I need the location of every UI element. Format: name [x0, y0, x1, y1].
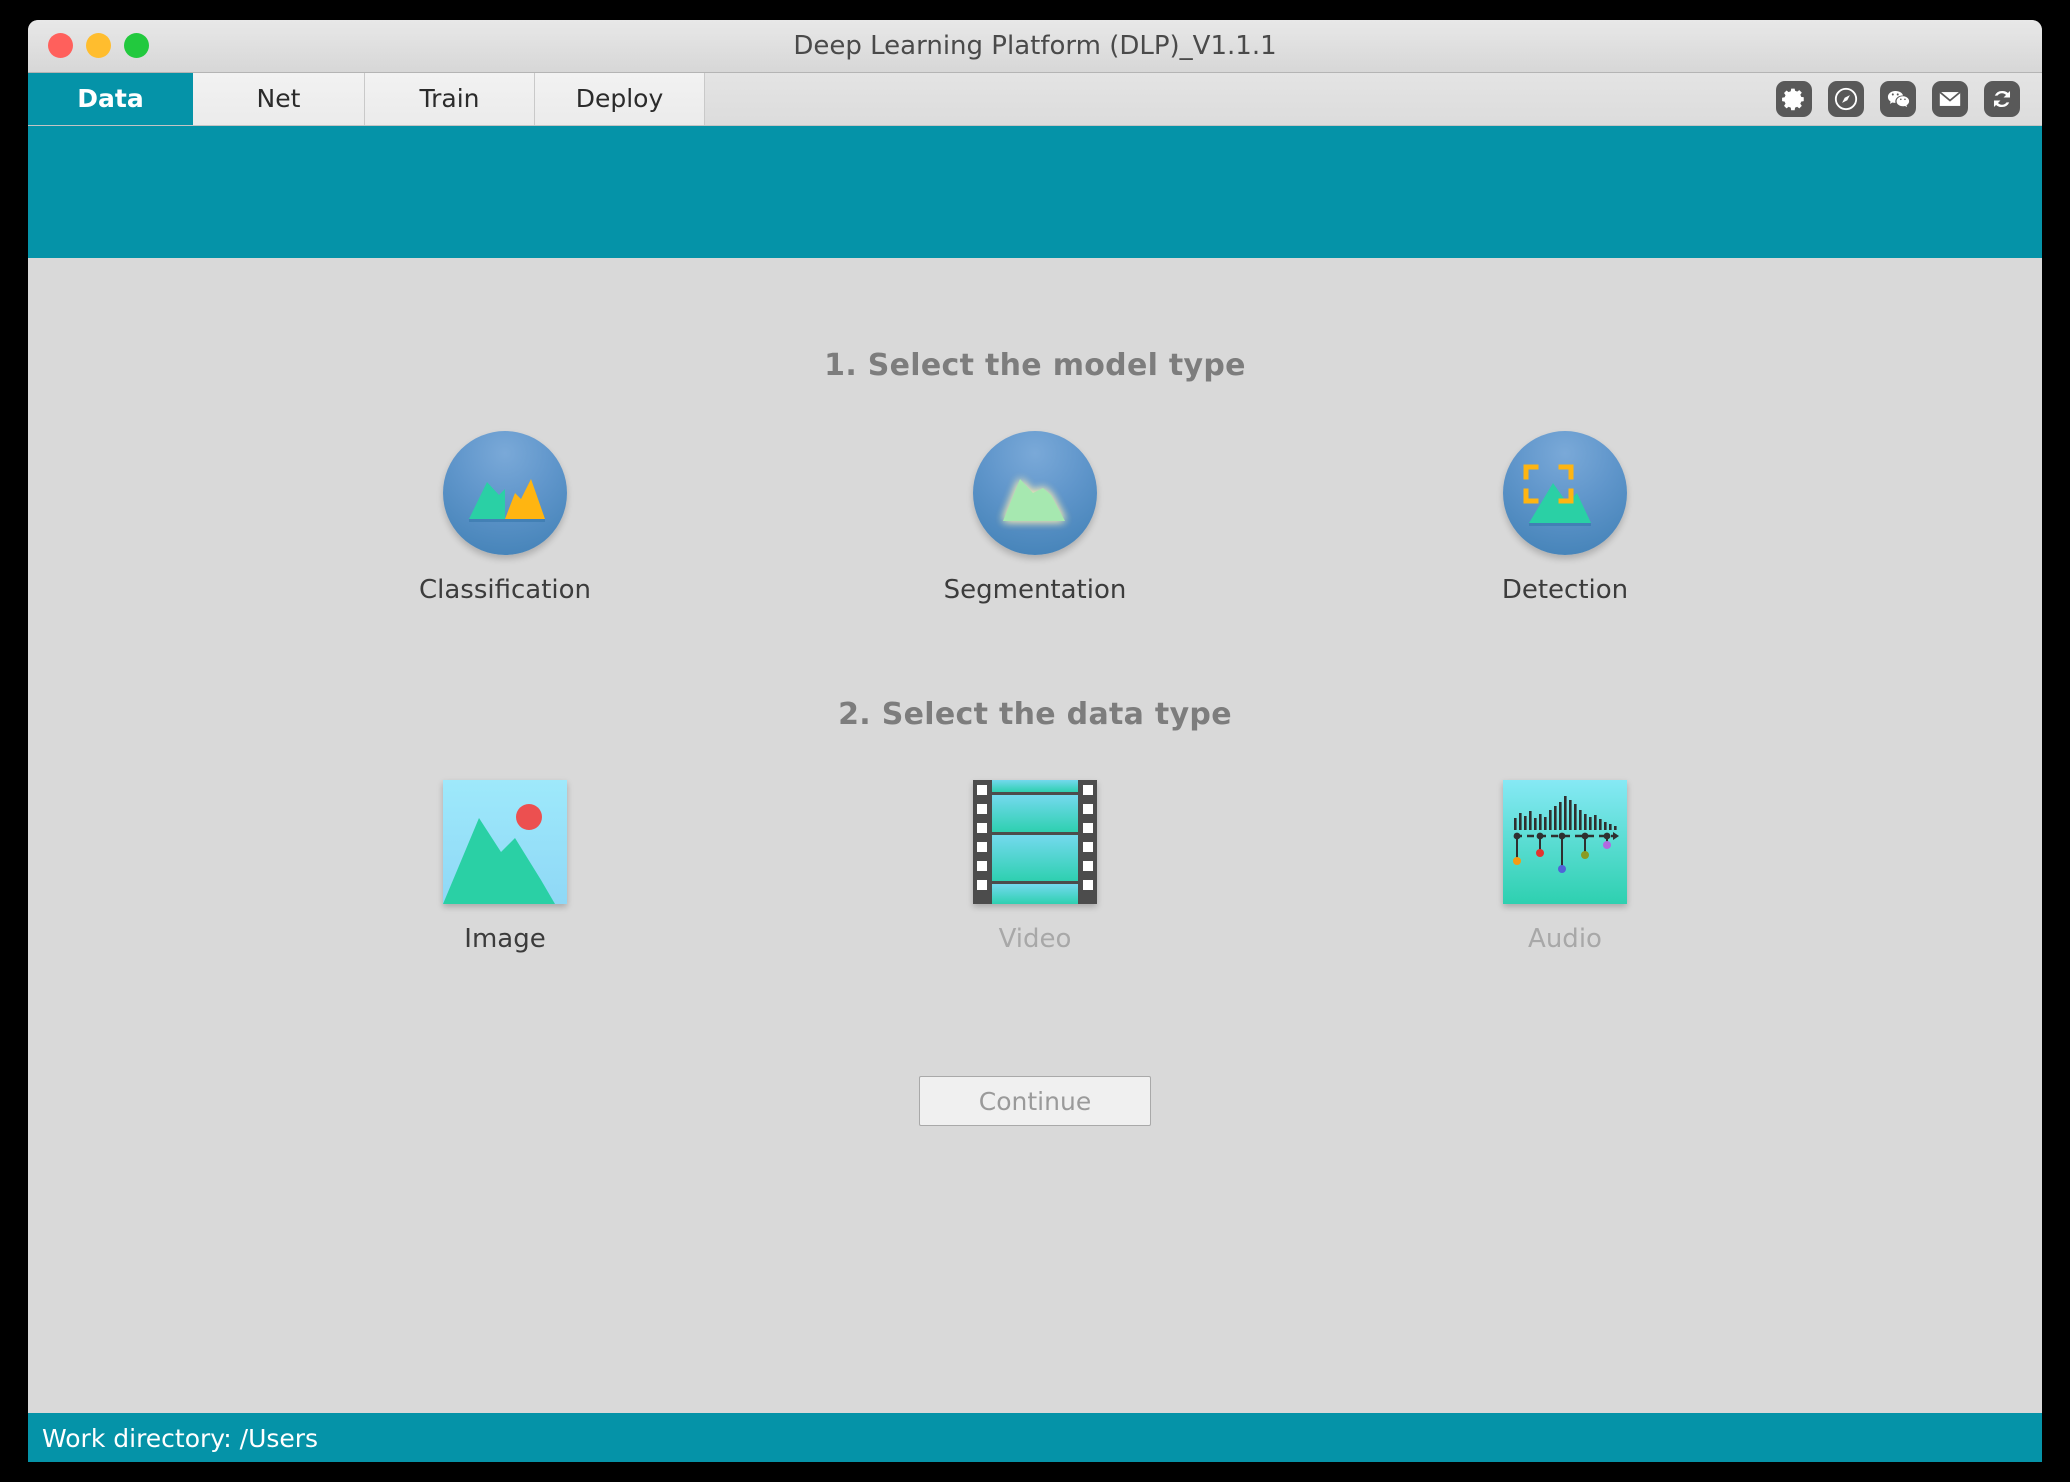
model-type-label: Detection — [1502, 575, 1628, 605]
data-type-image[interactable]: Image — [375, 780, 635, 954]
model-type-segmentation[interactable]: Segmentation — [905, 431, 1165, 605]
model-type-detection[interactable]: Detection — [1435, 431, 1695, 605]
tab-net[interactable]: Net — [193, 73, 365, 125]
continue-button-wrap: Continue — [28, 1076, 2042, 1126]
title-bar: Deep Learning Platform (DLP)_V1.1.1 — [28, 20, 2042, 73]
data-type-label: Image — [464, 924, 545, 954]
wechat-icon[interactable] — [1880, 81, 1916, 117]
accent-banner — [28, 126, 2042, 258]
step-2-title: 2. Select the data type — [28, 605, 2042, 732]
window-title: Deep Learning Platform (DLP)_V1.1.1 — [28, 20, 2042, 72]
main-content: 1. Select the model type Classification — [28, 258, 2042, 1413]
data-type-audio[interactable]: Audio — [1435, 780, 1695, 954]
status-bar: Work directory: /Users — [28, 1413, 2042, 1462]
tab-data[interactable]: Data — [28, 73, 193, 125]
tab-train[interactable]: Train — [365, 73, 535, 125]
image-icon — [443, 780, 567, 904]
envelope-icon[interactable] — [1932, 81, 1968, 117]
model-type-label: Segmentation — [944, 575, 1127, 605]
gear-icon[interactable] — [1776, 81, 1812, 117]
data-type-row: Image — [28, 780, 2042, 954]
work-directory-status: Work directory: /Users — [42, 1424, 318, 1453]
classification-icon — [443, 431, 567, 555]
segmentation-icon — [973, 431, 1097, 555]
audio-icon — [1503, 780, 1627, 904]
compass-icon[interactable] — [1828, 81, 1864, 117]
video-icon — [973, 780, 1097, 904]
refresh-icon[interactable] — [1984, 81, 2020, 117]
continue-button[interactable]: Continue — [919, 1076, 1151, 1126]
step-1-title: 1. Select the model type — [28, 258, 2042, 383]
tab-deploy[interactable]: Deploy — [535, 73, 705, 125]
model-type-row: Classification Segmen — [28, 431, 2042, 605]
toolbar-tray — [1776, 73, 2020, 125]
data-type-label: Video — [999, 924, 1072, 954]
model-type-label: Classification — [419, 575, 591, 605]
detection-icon — [1503, 431, 1627, 555]
data-type-video[interactable]: Video — [905, 780, 1165, 954]
app-window: Deep Learning Platform (DLP)_V1.1.1 Data… — [28, 20, 2042, 1462]
data-type-label: Audio — [1528, 924, 1602, 954]
model-type-classification[interactable]: Classification — [375, 431, 635, 605]
tab-bar: Data Net Train Deploy — [28, 73, 2042, 126]
